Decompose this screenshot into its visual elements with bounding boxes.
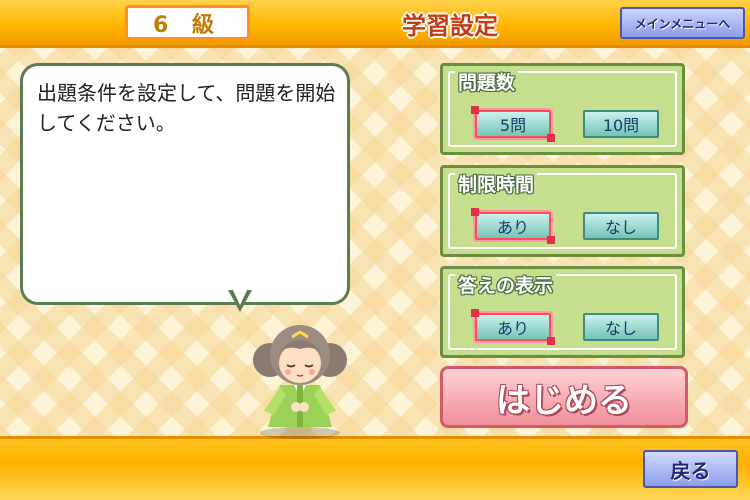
time-limit-label: 制限時間 <box>455 170 538 197</box>
question-count-label: 問題数 <box>455 68 519 95</box>
instruction-text: 出題条件を設定して、問題を開始してください。 <box>37 81 336 135</box>
time-limit-on-button[interactable]: あり <box>471 208 555 244</box>
page-title: 学習設定 <box>402 12 498 40</box>
main-menu-button[interactable]: メインメニューへ <box>620 7 745 39</box>
girl-character <box>253 325 347 439</box>
question-count-panel: 問題数 5問 10問 <box>440 63 685 155</box>
option-10-questions[interactable]: 10問 <box>583 110 659 138</box>
start-button[interactable]: はじめる <box>440 366 688 428</box>
time-limit-off-button[interactable]: なし <box>583 212 659 240</box>
grade-label: 6 級 <box>125 5 250 40</box>
time-limit-panel: 制限時間 あり なし <box>440 165 685 257</box>
answer-display-on-button[interactable]: あり <box>471 309 555 345</box>
answer-display-panel: 答えの表示 あり なし <box>440 266 685 358</box>
option-5-questions[interactable]: 5問 <box>471 106 555 142</box>
speech-bubble: 出題条件を設定して、問題を開始してください。 <box>20 63 350 305</box>
answer-display-label: 答えの表示 <box>455 271 557 298</box>
footer-bar <box>0 436 750 500</box>
answer-display-off-button[interactable]: なし <box>583 313 659 341</box>
back-button[interactable]: 戻る <box>643 450 738 488</box>
